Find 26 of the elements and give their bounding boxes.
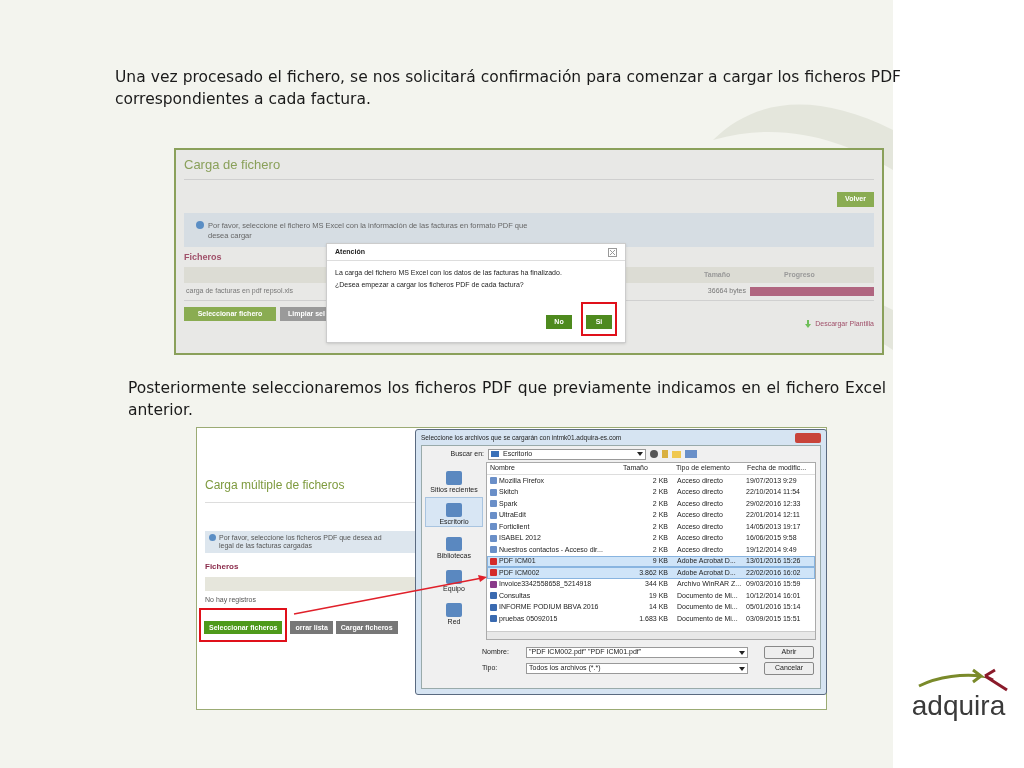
- download-icon: [805, 320, 812, 329]
- scrollbar[interactable]: [487, 631, 815, 639]
- close-icon[interactable]: [608, 247, 617, 257]
- view-menu-icon[interactable]: [685, 450, 697, 458]
- page-title: Carga de fichero: [184, 156, 282, 174]
- section-heading: Ficheros: [184, 250, 222, 264]
- info-icon: [209, 534, 216, 541]
- close-button[interactable]: [795, 432, 821, 443]
- page-title: Carga múltiple de ficheros: [205, 477, 346, 494]
- logo-text: adquira: [911, 692, 1006, 720]
- section-heading: Ficheros: [205, 561, 240, 573]
- caret-icon: [739, 650, 745, 655]
- new-folder-icon[interactable]: [672, 450, 681, 458]
- place-icon: [446, 471, 462, 485]
- desktop-icon: [491, 451, 499, 457]
- place-icon: [446, 503, 462, 517]
- paragraph: Una vez procesado el fichero, se nos solicitará confirmación para comenzar a cargar los ficheros PDF correspondientes a cada factura.: [115, 67, 901, 110]
- back-icon[interactable]: [650, 450, 658, 458]
- place-icon: [446, 603, 462, 617]
- up-folder-icon[interactable]: [662, 450, 668, 458]
- paragraph: Posteriormente seleccionaremos los ficheros PDF que previamente indicamos en el fichero Excel anterior.: [128, 378, 886, 421]
- caret-icon: [739, 666, 745, 671]
- caret-icon: [637, 452, 643, 456]
- place-icon: [446, 570, 462, 584]
- place-icon: [446, 537, 462, 551]
- info-icon: [196, 220, 204, 229]
